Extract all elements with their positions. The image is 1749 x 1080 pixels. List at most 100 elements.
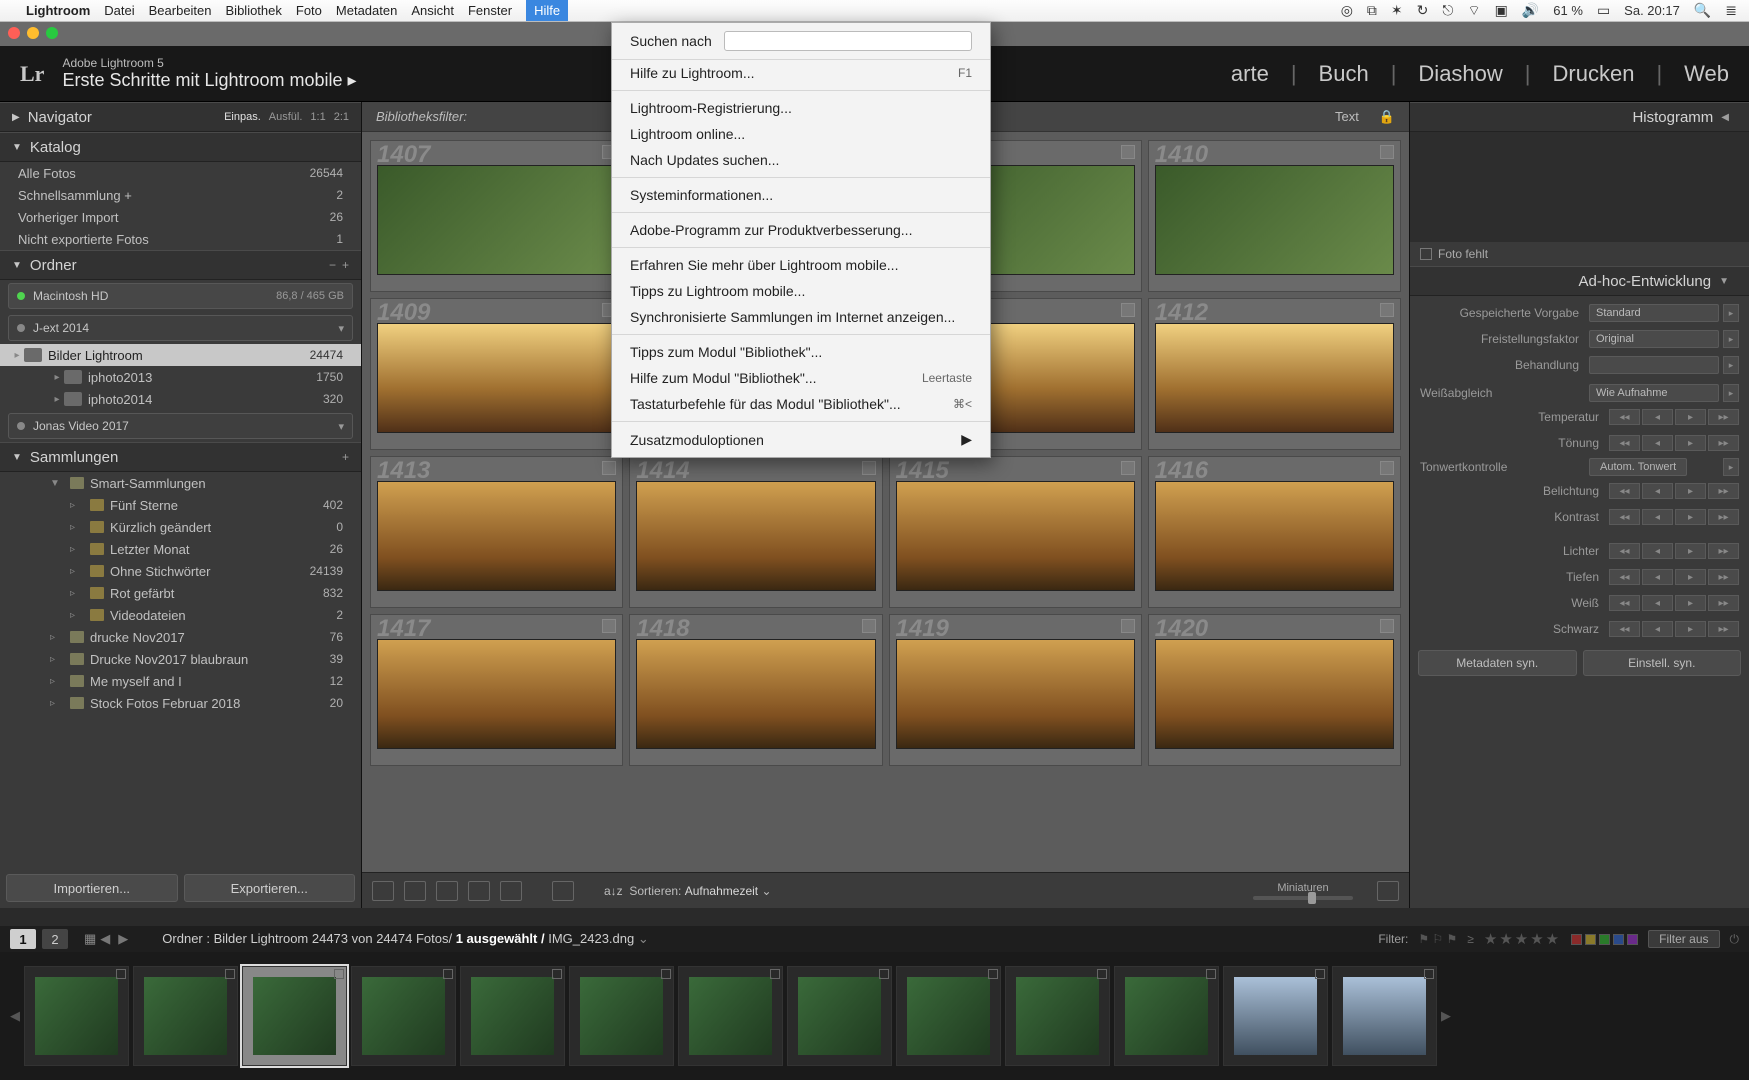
katalog-header[interactable]: ▼ Katalog: [0, 132, 361, 162]
flag-icon[interactable]: [552, 969, 562, 979]
grid-view-icon[interactable]: [372, 881, 394, 901]
module-drucken[interactable]: Drucken: [1553, 61, 1635, 87]
rating-filter[interactable]: ★★★★★: [1484, 930, 1561, 948]
stepper[interactable]: ◂◂◂▸▸▸: [1609, 621, 1739, 637]
filmstrip-right-icon[interactable]: ▶: [1441, 1008, 1451, 1024]
folder-item[interactable]: ▸Bilder Lightroom24474: [0, 344, 361, 366]
module-arte[interactable]: arte: [1231, 61, 1269, 87]
flag-icon[interactable]: [661, 969, 671, 979]
clock[interactable]: Sa. 20:17: [1624, 3, 1680, 18]
catalog-item[interactable]: Alle Fotos26544: [0, 162, 361, 184]
prev-icon[interactable]: ◀: [100, 931, 110, 947]
smart-collections-folder[interactable]: ▼ Smart-Sammlungen: [0, 472, 361, 494]
help-menu-item[interactable]: Hilfe zum Modul "Bibliothek"...Leertaste: [612, 365, 990, 391]
cc-icon[interactable]: ◎: [1341, 2, 1353, 19]
collection-item[interactable]: ▹Me myself and I12: [0, 670, 361, 692]
flag-icon[interactable]: [862, 461, 876, 475]
reset-icon[interactable]: ▸: [1723, 330, 1739, 348]
filmstrip-thumb[interactable]: [133, 966, 238, 1066]
collection-item[interactable]: ▹drucke Nov201776: [0, 626, 361, 648]
flag-icon[interactable]: [443, 969, 453, 979]
reset-icon[interactable]: ▸: [1723, 384, 1739, 402]
grid-cell[interactable]: 1415: [889, 456, 1142, 608]
zoom-button[interactable]: [46, 27, 58, 39]
menu-foto[interactable]: Foto: [296, 3, 322, 18]
filmstrip-thumb[interactable]: [787, 966, 892, 1066]
flag-icon[interactable]: [225, 969, 235, 979]
dropdown[interactable]: [1589, 356, 1719, 374]
navigator-header[interactable]: ▶ Navigator Einpas.Ausfül.1:12:1: [0, 102, 361, 132]
battery-icon[interactable]: ▭: [1597, 2, 1610, 19]
volume-macintosh[interactable]: Macintosh HD 86,8 / 465 GB: [8, 283, 353, 309]
evernote-icon[interactable]: ✶: [1391, 2, 1403, 19]
folder-item[interactable]: ▸iphoto20131750: [0, 366, 361, 388]
help-menu-item[interactable]: Tastaturbefehle für das Modul "Bibliothe…: [612, 391, 990, 417]
thumbnail-size-slider[interactable]: Miniaturen: [1253, 882, 1353, 900]
smart-collection-item[interactable]: ▹Videodateien2: [0, 604, 361, 626]
help-menu-item[interactable]: Tipps zu Lightroom mobile...: [612, 278, 990, 304]
grid-cell[interactable]: 1418: [629, 614, 882, 766]
flag-icon[interactable]: [1380, 619, 1394, 633]
help-menu-item[interactable]: Lightroom-Registrierung...: [612, 95, 990, 121]
notifications-icon[interactable]: ≣: [1725, 2, 1737, 19]
smart-collection-item[interactable]: ▹Ohne Stichwörter24139: [0, 560, 361, 582]
color-label-filter[interactable]: [1571, 934, 1638, 945]
flag-filter-icon[interactable]: ⚑ ⚐ ⚑: [1418, 932, 1457, 946]
stepper[interactable]: ◂◂◂▸▸▸: [1609, 409, 1739, 425]
grid-cell[interactable]: 1407: [370, 140, 623, 292]
filmstrip-left-icon[interactable]: ◀: [10, 1008, 20, 1024]
menu-bibliothek[interactable]: Bibliothek: [226, 3, 282, 18]
flag-icon[interactable]: [1206, 969, 1216, 979]
survey-view-icon[interactable]: [468, 881, 490, 901]
flag-icon[interactable]: [116, 969, 126, 979]
help-search-input[interactable]: [724, 31, 972, 51]
sammlungen-header[interactable]: ▼ Sammlungen +: [0, 442, 361, 472]
flag-icon[interactable]: [1121, 461, 1135, 475]
flag-icon[interactable]: [862, 619, 876, 633]
timemachine-icon[interactable]: ↻: [1417, 2, 1429, 19]
help-menu-item[interactable]: Adobe-Programm zur Produktverbesserung..…: [612, 217, 990, 243]
stepper[interactable]: ◂◂◂▸▸▸: [1609, 595, 1739, 611]
close-button[interactable]: [8, 27, 20, 39]
wifi-icon[interactable]: ⌔: [1467, 2, 1480, 20]
airplay-icon[interactable]: ▣: [1495, 2, 1508, 19]
catalog-item[interactable]: Schnellsammlung +2: [0, 184, 361, 206]
folder-item[interactable]: ▸iphoto2014320: [0, 388, 361, 410]
grid-cell[interactable]: 1410: [1148, 140, 1401, 292]
minus-icon[interactable]: −: [329, 258, 336, 272]
help-menu-item[interactable]: Synchronisierte Sammlungen im Internet a…: [612, 304, 990, 330]
smart-collection-item[interactable]: ▹Kürzlich geändert0: [0, 516, 361, 538]
sort-az-icon[interactable]: a↓z: [604, 884, 623, 898]
menu-datei[interactable]: Datei: [104, 3, 134, 18]
help-menu-item[interactable]: Nach Updates suchen...: [612, 147, 990, 173]
smart-collection-item[interactable]: ▹Fünf Sterne402: [0, 494, 361, 516]
flag-icon[interactable]: [1380, 145, 1394, 159]
ordner-header[interactable]: ▼ Ordner − +: [0, 250, 361, 280]
menu-metadaten[interactable]: Metadaten: [336, 3, 397, 18]
menu-bearbeiten[interactable]: Bearbeiten: [149, 3, 212, 18]
compare-view-icon[interactable]: [436, 881, 458, 901]
loupe-view-icon[interactable]: [404, 881, 426, 901]
grid-cell[interactable]: 1409: [370, 298, 623, 450]
export-button[interactable]: Exportieren...: [184, 874, 356, 902]
bluetooth-icon[interactable]: ⎋: [1442, 2, 1453, 19]
sync-metadata-button[interactable]: Metadaten syn.: [1418, 650, 1577, 676]
filter-off-dropdown[interactable]: Filter aus: [1648, 930, 1719, 948]
minimize-button[interactable]: [27, 27, 39, 39]
grid-cell[interactable]: 1419: [889, 614, 1142, 766]
stepper[interactable]: ◂◂◂▸▸▸: [1609, 543, 1739, 559]
filmstrip-thumb[interactable]: [678, 966, 783, 1066]
identity-big[interactable]: Erste Schritte mit Lightroom mobile ▸: [62, 70, 356, 91]
stepper[interactable]: ◂◂◂▸▸▸: [1609, 483, 1739, 499]
flag-icon[interactable]: [1424, 969, 1434, 979]
nav-fit-option[interactable]: Einpas.: [224, 111, 261, 123]
stepper[interactable]: ◂◂◂▸▸▸: [1609, 509, 1739, 525]
wb-dropdown[interactable]: Wie Aufnahme: [1589, 384, 1719, 402]
filmstrip-thumb[interactable]: [460, 966, 565, 1066]
filmstrip-thumb[interactable]: [351, 966, 456, 1066]
sync-settings-button[interactable]: Einstell. syn.: [1583, 650, 1742, 676]
flag-icon[interactable]: [602, 619, 616, 633]
reset-icon[interactable]: ▸: [1723, 356, 1739, 374]
dropbox-icon[interactable]: ⧉: [1367, 2, 1377, 19]
grid-cell[interactable]: 1416: [1148, 456, 1401, 608]
